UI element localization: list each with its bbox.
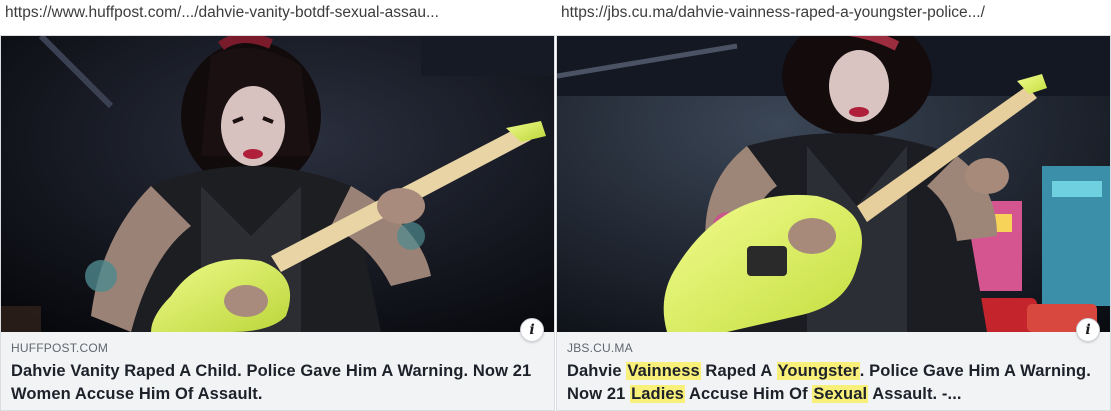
headline-text: Dahvie bbox=[567, 362, 627, 380]
link-meta: HUFFPOST.COM Dahvie Vanity Raped A Child… bbox=[1, 332, 554, 410]
headline-text: Dahvie Vanity Raped A Child. Police Gave… bbox=[11, 362, 532, 403]
link-meta: JBS.CU.MA Dahvie Vainness Raped A Youngs… bbox=[557, 332, 1110, 410]
link-card[interactable]: i HUFFPOST.COM Dahvie Vanity Raped A Chi… bbox=[0, 35, 555, 411]
highlighted-word: Youngster bbox=[776, 362, 860, 380]
link-preview-right: https://jbs.cu.ma/dahvie-vainness-raped-… bbox=[556, 0, 1111, 411]
link-card[interactable]: i JBS.CU.MA Dahvie Vainness Raped A Youn… bbox=[556, 35, 1111, 411]
link-url[interactable]: https://www.huffpost.com/.../dahvie-vani… bbox=[5, 4, 550, 22]
photo-guitarist bbox=[1, 36, 554, 332]
headline-text: Accuse Him Of bbox=[684, 385, 813, 403]
link-headline[interactable]: Dahvie Vainness Raped A Youngster. Polic… bbox=[567, 360, 1100, 406]
headline-text: Assault. -... bbox=[868, 385, 962, 403]
link-preview-left: https://www.huffpost.com/.../dahvie-vani… bbox=[0, 0, 555, 411]
link-domain: HUFFPOST.COM bbox=[11, 341, 109, 355]
photo-guitarist bbox=[557, 36, 1110, 332]
highlighted-word: Sexual bbox=[812, 385, 869, 403]
link-headline[interactable]: Dahvie Vanity Raped A Child. Police Gave… bbox=[11, 360, 544, 406]
highlighted-word: Vainness bbox=[626, 362, 701, 380]
link-domain: JBS.CU.MA bbox=[567, 341, 633, 355]
thumbnail-image[interactable] bbox=[557, 36, 1110, 332]
highlighted-word: Ladies bbox=[630, 385, 685, 403]
thumbnail-image[interactable] bbox=[1, 36, 554, 332]
headline-text: Raped A bbox=[700, 362, 777, 380]
link-url[interactable]: https://jbs.cu.ma/dahvie-vainness-raped-… bbox=[561, 4, 1106, 22]
